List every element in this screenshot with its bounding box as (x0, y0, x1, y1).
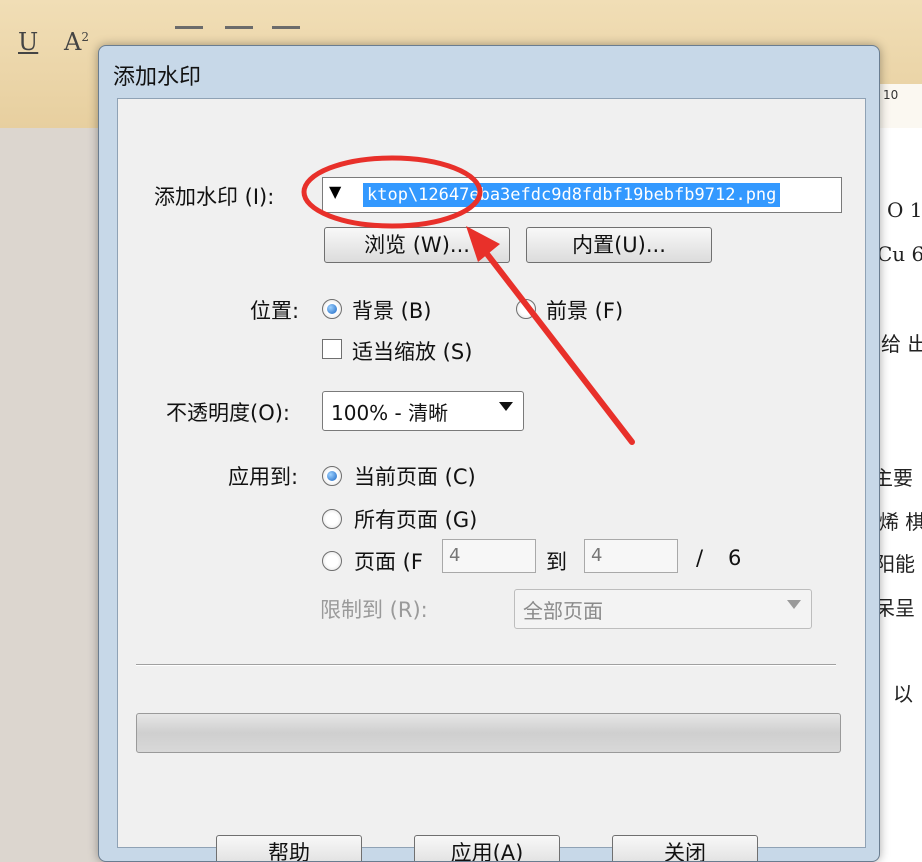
help-button[interactable]: 帮助 (216, 835, 362, 861)
document-line: 呆呈 (875, 596, 915, 620)
all-pages-radio[interactable] (322, 509, 342, 529)
document-line: 给 出 (881, 332, 922, 356)
apply-to-label: 应用到: (228, 465, 299, 489)
dialog-title: 添加水印 (113, 65, 202, 90)
document-line: Cu 6 (877, 242, 922, 266)
page-to-input[interactable]: 4 (584, 539, 678, 573)
dropdown-arrow-icon (787, 600, 801, 609)
ruler: 10 (878, 84, 922, 128)
opacity-value: 100% - 清晰 (331, 401, 449, 425)
current-page-label[interactable]: 当前页面 (C) (354, 461, 476, 491)
align-icon[interactable] (225, 26, 253, 29)
superscript-icon[interactable]: A2 (64, 28, 89, 56)
browse-button[interactable]: 浏览 (W)... (324, 227, 510, 263)
progress-bar (136, 713, 841, 753)
opacity-select[interactable]: 100% - 清晰 (322, 391, 524, 431)
all-pages-label[interactable]: 所有页面 (G) (354, 504, 477, 534)
background-option-label[interactable]: 背景 (B) (352, 295, 431, 325)
separator (136, 664, 836, 666)
workspace-background (0, 128, 98, 862)
add-watermark-dialog: 添加水印 添加水印 (I): ▼ ktop\12647eba3efdc9d8fd… (98, 45, 880, 862)
background-radio[interactable] (322, 299, 342, 319)
limit-to-select[interactable]: 全部页面 (514, 589, 812, 629)
watermark-label: 添加水印 (I): (154, 185, 275, 209)
document-line: O 1 (887, 198, 922, 222)
apply-button[interactable]: 应用(A) (414, 835, 560, 861)
align-icon[interactable] (175, 26, 203, 29)
underline-icon[interactable]: U (18, 28, 38, 56)
watermark-path-text[interactable]: ktop\12647eba3efdc9d8fdbf19bebfb9712.png (363, 183, 781, 207)
page-from-value: 4 (449, 545, 461, 566)
scale-checkbox[interactable] (322, 339, 342, 359)
pages-radio[interactable] (322, 551, 342, 571)
foreground-radio[interactable] (516, 299, 536, 319)
builtin-button[interactable]: 内置(U)... (526, 227, 712, 263)
align-icon[interactable] (272, 26, 300, 29)
limit-to-label: 限制到 (R): (320, 598, 428, 622)
dropdown-arrow-icon[interactable]: ▼ (329, 182, 341, 201)
watermark-file-combobox[interactable]: ▼ ktop\12647eba3efdc9d8fdbf19bebfb9712.p… (322, 177, 842, 213)
ruler-label: 10 (883, 88, 899, 102)
close-button[interactable]: 关闭 (612, 835, 758, 861)
page-total-separator: / (696, 546, 704, 570)
document-line: 阳能 (875, 552, 915, 576)
position-label: 位置: (250, 299, 300, 323)
pages-option-label[interactable]: 页面 (F (354, 546, 423, 576)
page-to-label: 到 (546, 550, 567, 574)
opacity-label: 不透明度(O): (166, 401, 290, 425)
scale-option-label[interactable]: 适当缩放 (S) (352, 336, 472, 366)
limit-to-value: 全部页面 (523, 599, 603, 623)
dialog-titlebar[interactable]: 添加水印 (99, 46, 879, 98)
page-to-value: 4 (591, 545, 603, 566)
document-line: 烯 棋 (879, 510, 922, 534)
page-total: 6 (728, 546, 742, 570)
foreground-option-label[interactable]: 前景 (F) (546, 295, 623, 325)
current-page-radio[interactable] (322, 466, 342, 486)
dropdown-arrow-icon (499, 402, 513, 411)
dialog-content: 添加水印 (I): ▼ ktop\12647eba3efdc9d8fdbf19b… (117, 98, 866, 861)
page-from-input[interactable]: 4 (442, 539, 536, 573)
